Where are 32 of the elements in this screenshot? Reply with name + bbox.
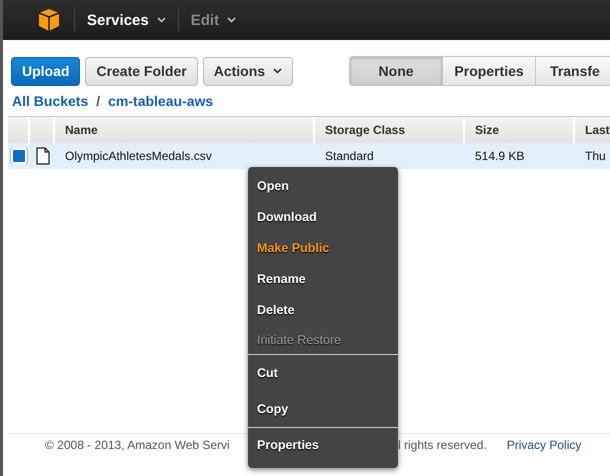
file-icon [36, 147, 50, 165]
row-checkbox[interactable] [11, 148, 27, 164]
breadcrumb-link[interactable]: cm-tableau-aws [108, 93, 214, 111]
panel-tab[interactable]: None [349, 56, 444, 86]
panel-tab[interactable]: Properties [442, 56, 536, 86]
table-cell-text: OlympicAthletesMedals.csv [64, 149, 213, 163]
menu-item[interactable]: Properties [248, 428, 398, 462]
menu-item[interactable]: Cut [248, 355, 398, 391]
actions-dropdown[interactable]: Actions [202, 56, 294, 86]
menu-item[interactable]: Delete [248, 295, 398, 326]
caret-icon [227, 17, 236, 23]
breadcrumb-separator: / [96, 93, 100, 111]
privacy-policy-link[interactable]: Privacy Policy [506, 438, 582, 452]
caret-icon [273, 68, 282, 74]
create-folder-button[interactable]: Create Folder [85, 56, 198, 86]
menu-item[interactable]: Copy [248, 391, 398, 427]
caret-icon [156, 17, 166, 23]
menu-item[interactable]: Download [248, 202, 398, 233]
nav-menu[interactable]: Services [87, 12, 166, 28]
table-cell-text: Thu [584, 149, 607, 163]
cube-logo-icon[interactable] [38, 8, 60, 32]
menu-item[interactable]: Make Public [248, 233, 398, 264]
menu-item[interactable]: Open [248, 171, 398, 202]
menu-item[interactable]: Rename [248, 264, 398, 295]
breadcrumb-link[interactable]: All Buckets [12, 93, 88, 111]
table-cell-text: Standard [324, 149, 375, 163]
copyright-text: l rights reserved. [398, 438, 487, 452]
upload-button[interactable]: Upload [11, 56, 80, 86]
panel-tab[interactable]: Transfe [535, 56, 610, 86]
copyright-text: © 2008 - 2013, Amazon Web Servi [45, 438, 231, 452]
file-row[interactable]: OlympicAthletesMedals.csv Standard 514.9 KB Thu [8, 143, 610, 169]
table-cell-text: 514.9 KB [474, 149, 526, 163]
